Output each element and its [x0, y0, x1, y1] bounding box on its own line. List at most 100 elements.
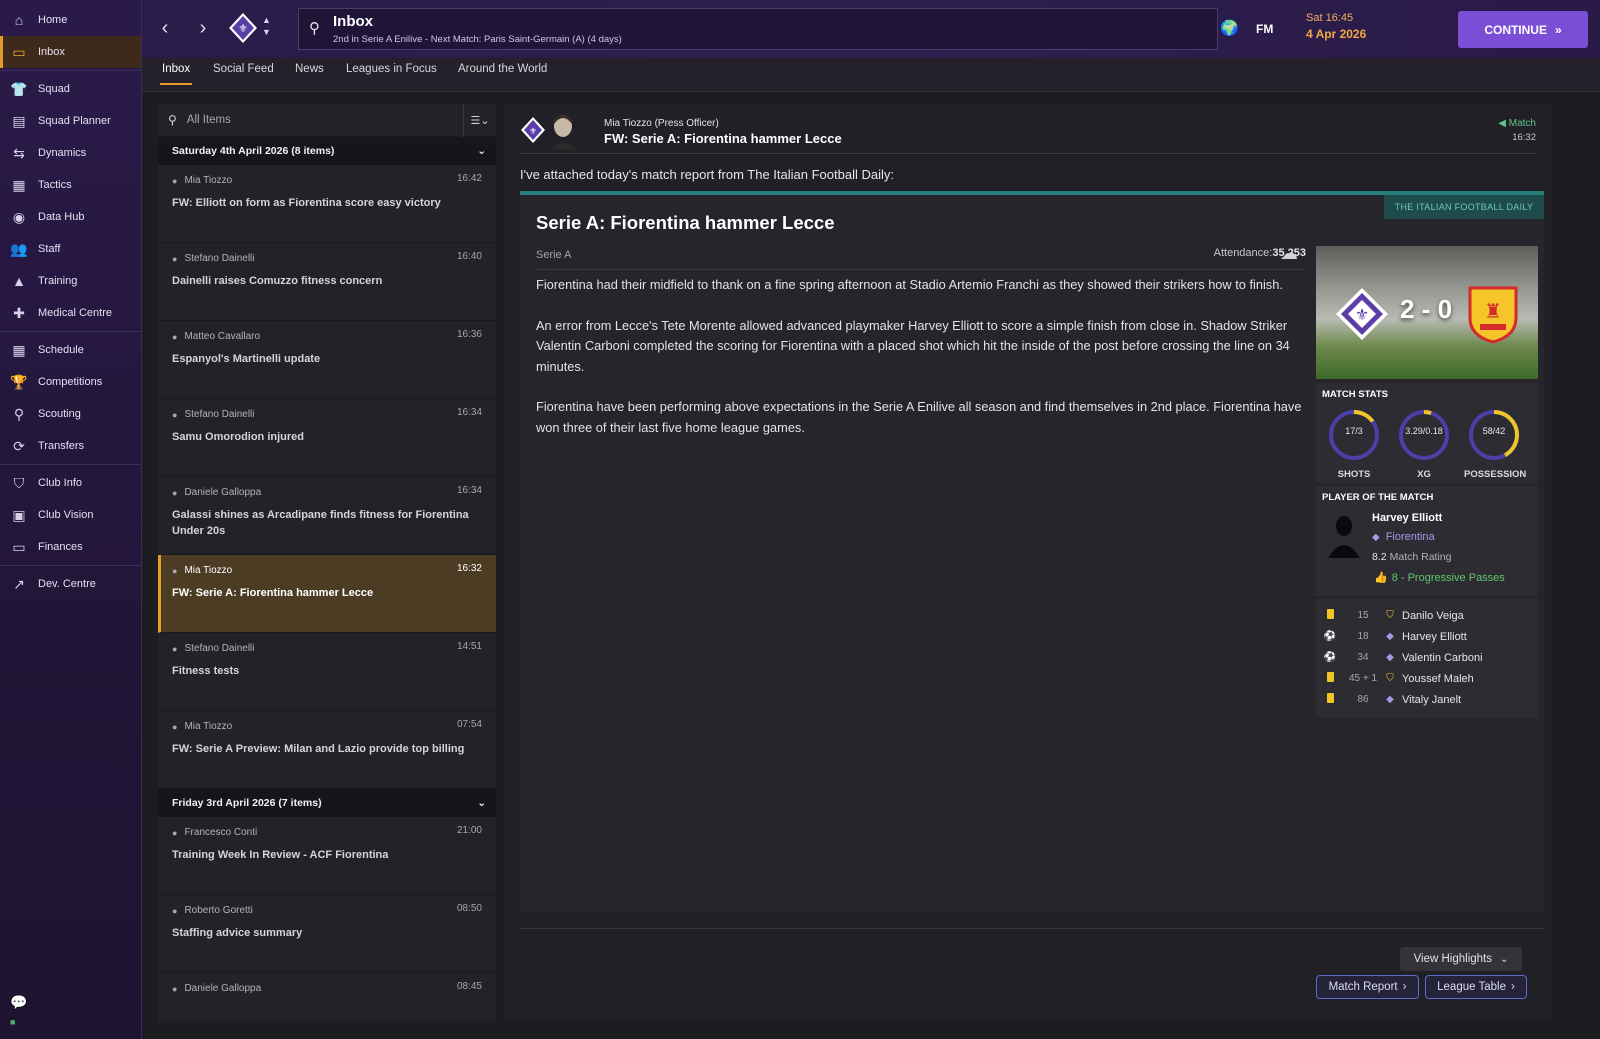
message-time: 21:00	[456, 825, 482, 836]
message-row[interactable]: ● Daniele Galloppa 16:34 Galassi shines as …	[158, 477, 496, 555]
forward-arrow-icon[interactable]: ›	[190, 14, 216, 42]
sidebar-item-schedule[interactable]: ▦ Schedule	[0, 334, 141, 366]
sidebar-item-staff[interactable]: 👥 Staff	[0, 233, 141, 265]
message-row[interactable]: ● Mia Tiozzo 07:54 FW: Serie A Preview: Mil…	[158, 711, 496, 789]
message-row[interactable]: ● Roberto Goretti 08:50 Staffing advice sum…	[158, 895, 496, 973]
event-minute: 15	[1357, 610, 1369, 621]
match-report-button[interactable]: Match Report ›	[1316, 975, 1419, 999]
club-switch-icon[interactable]: ▲ ▼	[262, 14, 271, 38]
stat-value: 3.29/0.18	[1405, 426, 1443, 436]
divider	[536, 269, 1304, 270]
divider	[0, 331, 141, 332]
message-subject: Dainelli raises Comuzzo fitness concern	[172, 275, 383, 287]
stat-label: XG	[1417, 469, 1431, 480]
sidebar-item-label: Inbox	[38, 46, 65, 58]
message-row[interactable]: ● Mia Tiozzo 16:32 FW: Serie A: Fiorentina …	[158, 555, 496, 633]
chevron-down-icon: ⌄	[477, 797, 486, 809]
view-highlights-button[interactable]: View Highlights ⌄	[1400, 947, 1522, 971]
sidebar-item-dynamics[interactable]: ⇆ Dynamics	[0, 137, 141, 169]
person-icon: ●	[172, 253, 178, 264]
divider	[0, 565, 141, 566]
match-event-row[interactable]: 15 ⛉ Danilo Veiga	[1316, 605, 1538, 626]
match-event-row[interactable]: 45 + 1 ⛉ Youssef Maleh	[1316, 668, 1538, 689]
message-row[interactable]: ● Stefano Dainelli 14:51 Fitness tests	[158, 633, 496, 711]
chat-icon[interactable]: 💬	[10, 994, 27, 1011]
tab-inbox[interactable]: Inbox	[160, 63, 193, 85]
sidebar-item-training[interactable]: ▲ Training	[0, 265, 141, 297]
sidebar-item-data-hub[interactable]: ◉ Data Hub	[0, 201, 141, 233]
potm-rating-label: Match Rating	[1389, 551, 1452, 563]
sidebar-item-medical-centre[interactable]: ✚ Medical Centre	[0, 297, 141, 329]
tab-news[interactable]: News	[293, 63, 326, 83]
swap-icon: ⟳	[13, 437, 25, 454]
football-icon: ⚽	[1323, 652, 1337, 663]
sidebar-item-competitions[interactable]: 🏆 Competitions	[0, 366, 141, 398]
sidebar-item-transfers[interactable]: ⟳ Transfers	[0, 430, 141, 462]
message-row[interactable]: ● Stefano Dainelli 16:40 Dainelli raises Co…	[158, 243, 496, 321]
message-row[interactable]: ● Stefano Dainelli 16:34 Samu Omorodion inj…	[158, 399, 496, 477]
tab-bar: Inbox Social Feed News Leagues in Focus …	[142, 58, 1600, 92]
sidebar-item-squad[interactable]: 👕 Squad	[0, 73, 141, 105]
match-event-row[interactable]: ⚽ 18 ◆ Harvey Elliott	[1316, 626, 1538, 647]
match-event-row[interactable]: ⚽ 34 ◆ Valentin Carboni	[1316, 647, 1538, 668]
medical-bag-icon: ✚	[13, 304, 25, 321]
match-event-row[interactable]: 86 ◆ Vitaly Janelt	[1316, 689, 1538, 710]
day-group-label: Friday 3rd April 2026 (7 items)	[172, 797, 322, 809]
league-table-button[interactable]: League Table ›	[1425, 975, 1527, 999]
sidebar-item-home[interactable]: ⌂ Home	[0, 4, 141, 36]
fm-logo[interactable]: FM	[1256, 22, 1273, 36]
back-arrow-icon[interactable]: ‹	[152, 14, 178, 42]
message-sender[interactable]: Mia Tiozzo (Press Officer)	[604, 118, 719, 129]
message-sender: ● Stefano Dainelli	[172, 643, 482, 654]
sidebar-item-label: Club Vision	[38, 509, 94, 521]
day-group-header[interactable]: Friday 3rd April 2026 (7 items) ⌄	[158, 789, 496, 817]
trophy-icon: 🏆	[10, 373, 28, 390]
sender-avatar[interactable]	[548, 112, 578, 150]
message-row[interactable]: ● Francesco Conti 21:00 Training Week In Re…	[158, 817, 496, 895]
message-sender: ● Mia Tiozzo	[172, 565, 482, 576]
globe-icon[interactable]: 🌍	[1220, 19, 1239, 37]
sidebar-item-inbox[interactable]: ▭ Inbox	[0, 36, 141, 68]
shield-icon: ⛉	[13, 474, 25, 491]
message-row[interactable]: ● Daniele Galloppa 08:45	[158, 973, 496, 1021]
tab-social-feed[interactable]: Social Feed	[211, 63, 276, 83]
tab-around-the-world[interactable]: Around the World	[456, 63, 549, 83]
search-bar[interactable]: ⚲ Inbox 2nd in Serie A Enilive - Next Ma…	[298, 8, 1218, 50]
sidebar-item-label: Dev. Centre	[38, 578, 96, 590]
sidebar-item-club-vision[interactable]: ▣ Club Vision	[0, 499, 141, 531]
message-tag: ◀ Match	[1498, 118, 1536, 129]
yellow-card-icon	[1316, 609, 1344, 622]
potm-team[interactable]: ◆ Fiorentina	[1372, 531, 1435, 543]
sidebar-item-tactics[interactable]: ▦ Tactics	[0, 169, 141, 201]
people-arrows-icon: ⇆	[13, 144, 25, 161]
message-row[interactable]: ● Mia Tiozzo 16:42 FW: Elliott on form as F…	[158, 165, 496, 243]
day-group-header[interactable]: Saturday 4th April 2026 (8 items) ⌄	[158, 137, 496, 165]
sidebar-item-club-info[interactable]: ⛉ Club Info	[0, 467, 141, 499]
sidebar-item-finances[interactable]: ▭ Finances	[0, 531, 141, 563]
message-row[interactable]: ● Matteo Cavallaro 16:36 Espanyol's Martine…	[158, 321, 496, 399]
match-report-label: Match Report	[1328, 981, 1398, 993]
match-scoreboard[interactable]: ⚜ 2 - 0 ♜	[1316, 246, 1538, 379]
sidebar-item-squad-planner[interactable]: ▤ Squad Planner	[0, 105, 141, 137]
tactics-board-icon: ▦	[12, 176, 26, 193]
continue-button[interactable]: CONTINUE »	[1458, 11, 1588, 48]
game-date[interactable]: Sat 16:45 4 Apr 2026	[1306, 12, 1426, 50]
player-of-the-match-panel[interactable]: PLAYER OF THE MATCH Harvey Elliott ◆ Fior…	[1316, 486, 1538, 596]
stat-label: SHOTS	[1337, 469, 1371, 480]
message-subject: Samu Omorodion injured	[172, 431, 305, 443]
tab-leagues-in-focus[interactable]: Leagues in Focus	[344, 63, 439, 83]
potm-player-name[interactable]: Harvey Elliott	[1372, 512, 1442, 524]
match-stats-panel: MATCH STATS 17/3 SHOTS 3.29/0.18 XG 58/42 POS…	[1316, 383, 1538, 483]
sidebar-item-label: Tactics	[38, 179, 72, 191]
potm-rating: 8.2 Match Rating	[1372, 551, 1451, 563]
event-minute: 86	[1357, 694, 1369, 705]
event-player: Valentin Carboni	[1402, 651, 1483, 664]
sidebar-item-scouting[interactable]: ⚲ Scouting	[0, 398, 141, 430]
filter-dropdown-icon[interactable]: ☰⌄	[463, 104, 496, 137]
main-sidebar: ⌂ Home ▭ Inbox 👕 Squad ▤ Squad Planner ⇆ Dynamics…	[0, 0, 142, 1039]
potm-title: PLAYER OF THE MATCH	[1322, 492, 1434, 503]
inbox-search-input[interactable]: ⚲ All Items	[158, 113, 463, 127]
club-crest-icon[interactable]: ⚜	[228, 12, 258, 47]
competition-label[interactable]: Serie A	[536, 249, 571, 261]
sidebar-item-dev-centre[interactable]: ↗ Dev. Centre	[0, 568, 141, 600]
